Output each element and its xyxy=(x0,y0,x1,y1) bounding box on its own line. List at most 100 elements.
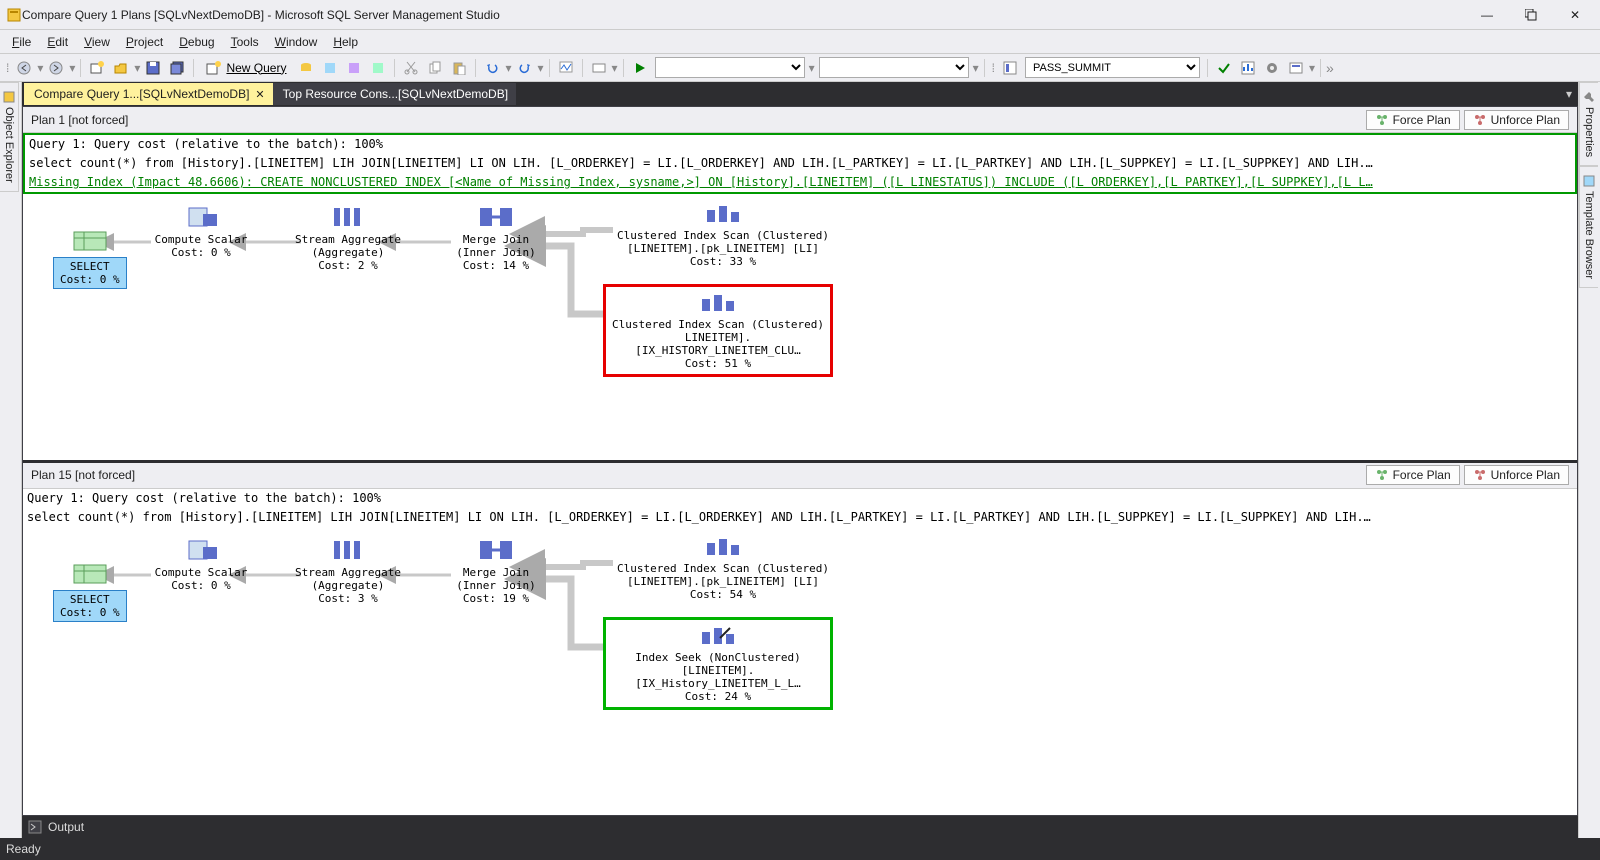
right-sidebar: Properties Template Browser xyxy=(1578,82,1600,838)
tb-copy-button[interactable] xyxy=(424,57,446,79)
stream-aggregate-icon xyxy=(330,206,366,228)
template-browser-icon xyxy=(1583,175,1595,187)
tb-forward-button[interactable] xyxy=(45,57,67,79)
close-icon[interactable]: ✕ xyxy=(255,88,264,101)
plan2-diagram[interactable]: SELECTCost: 0 % Compute ScalarCost: 0 % … xyxy=(23,527,1577,816)
tb-find-button[interactable] xyxy=(588,57,610,79)
unforce-plan-icon xyxy=(1473,468,1487,482)
plan1-query-sql: select count(*) from [History].[LINEITEM… xyxy=(25,154,1575,173)
tb-redo-button[interactable] xyxy=(514,57,536,79)
plan2-select-node[interactable]: SELECTCost: 0 % xyxy=(53,563,127,622)
tb-paste-button[interactable] xyxy=(448,57,470,79)
object-explorer-tab[interactable]: Object Explorer xyxy=(0,82,19,192)
index-seek-icon xyxy=(700,624,736,646)
minimize-button[interactable]: — xyxy=(1474,5,1500,25)
force-plan-button[interactable]: Force Plan xyxy=(1366,110,1460,130)
merge-join-icon xyxy=(478,539,514,561)
tb-new-project-button[interactable] xyxy=(86,57,108,79)
tb-saveall-button[interactable] xyxy=(166,57,188,79)
force-plan-icon xyxy=(1375,113,1389,127)
stream-aggregate-icon xyxy=(330,539,366,561)
new-query-button[interactable]: New Query xyxy=(199,57,293,79)
tb-db-engine-button[interactable] xyxy=(295,57,317,79)
new-query-icon xyxy=(206,60,222,76)
properties-tab[interactable]: Properties xyxy=(1579,82,1598,166)
plan2-compute-node[interactable]: Compute ScalarCost: 0 % xyxy=(151,539,251,592)
tb-start-button[interactable] xyxy=(629,57,651,79)
toolbar: ⁞ ▾ ▾ ▾ New Query ▾ ▾ ▾ ▾ ▾ ⁞ PASS_SUMMI… xyxy=(0,54,1600,82)
properties-icon xyxy=(1583,91,1595,103)
tb-as-button[interactable] xyxy=(319,57,341,79)
document-tabs: Compare Query 1...[SQLvNextDemoDB]✕ Top … xyxy=(22,82,1578,106)
plan2-header: Plan 15 [not forced] Force Plan Unforce … xyxy=(23,463,1577,489)
compute-scalar-icon xyxy=(183,539,219,561)
clustered-index-scan-icon xyxy=(700,291,736,313)
tb-undo-button[interactable] xyxy=(481,57,503,79)
menu-bar: File Edit View Project Debug Tools Windo… xyxy=(0,30,1600,54)
close-button[interactable]: ✕ xyxy=(1562,5,1588,25)
menu-view[interactable]: View xyxy=(76,33,118,51)
select-icon xyxy=(72,563,108,585)
plan1-header: Plan 1 [not forced] Force Plan Unforce P… xyxy=(23,107,1577,133)
tb-config2-dropdown[interactable] xyxy=(819,57,969,78)
plan1-diagram[interactable]: SELECTCost: 0 % Compute ScalarCost: 0 % … xyxy=(23,194,1577,460)
unforce-plan-button[interactable]: Unforce Plan xyxy=(1464,110,1569,130)
unforce-plan-icon xyxy=(1473,113,1487,127)
plan1-query-cost: Query 1: Query cost (relative to the bat… xyxy=(25,135,1575,154)
plan1-merge-node[interactable]: Merge Join(Inner Join)Cost: 14 % xyxy=(451,206,541,272)
clustered-index-scan-icon xyxy=(705,535,741,557)
plan1-missing-index[interactable]: Missing Index (Impact 48.6606): CREATE N… xyxy=(25,173,1575,192)
object-explorer-icon xyxy=(3,91,15,103)
compute-scalar-icon xyxy=(183,206,219,228)
left-sidebar: Object Explorer xyxy=(0,82,22,838)
plan2-merge-node[interactable]: Merge Join(Inner Join)Cost: 19 % xyxy=(451,539,541,605)
output-tab[interactable]: Output xyxy=(22,816,1578,838)
plan1-compute-node[interactable]: Compute ScalarCost: 0 % xyxy=(151,206,251,259)
tb-open-button[interactable] xyxy=(110,57,132,79)
tab-top-resource[interactable]: Top Resource Cons...[SQLvNextDemoDB] xyxy=(273,83,516,105)
tb-cut-button[interactable] xyxy=(400,57,422,79)
menu-file[interactable]: File xyxy=(4,33,39,51)
tb-back-button[interactable] xyxy=(13,57,35,79)
tb-options-button[interactable] xyxy=(1261,57,1283,79)
window-title: Compare Query 1 Plans [SQLvNextDemoDB] -… xyxy=(22,8,1474,22)
plan2-seek-node[interactable]: Index Seek (NonClustered)[LINEITEM].[IX_… xyxy=(603,617,833,710)
plan2-scan1-node[interactable]: Clustered Index Scan (Clustered)[LINEITE… xyxy=(613,535,833,601)
output-icon xyxy=(28,820,42,834)
tb-estplan-button[interactable] xyxy=(1237,57,1259,79)
plan1-select-node[interactable]: SELECTCost: 0 % xyxy=(53,230,127,289)
merge-join-icon xyxy=(478,206,514,228)
title-bar: Compare Query 1 Plans [SQLvNextDemoDB] -… xyxy=(0,0,1600,30)
tb-include-button[interactable] xyxy=(1285,57,1307,79)
tab-compare-query[interactable]: Compare Query 1...[SQLvNextDemoDB]✕ xyxy=(24,83,273,105)
tb-xmla-button[interactable] xyxy=(367,57,389,79)
plan2-query-sql: select count(*) from [History].[LINEITEM… xyxy=(23,508,1577,527)
menu-project[interactable]: Project xyxy=(118,33,171,51)
plan1-scan2-node[interactable]: Clustered Index Scan (Clustered)LINEITEM… xyxy=(603,284,833,377)
force-plan-button-2[interactable]: Force Plan xyxy=(1366,465,1460,485)
menu-tools[interactable]: Tools xyxy=(223,33,267,51)
menu-debug[interactable]: Debug xyxy=(171,33,222,51)
app-icon xyxy=(6,7,22,23)
tb-config-dropdown[interactable] xyxy=(655,57,805,78)
tb-parse-button[interactable] xyxy=(1213,57,1235,79)
tb-editor-btn[interactable] xyxy=(999,57,1021,79)
clustered-index-scan-icon xyxy=(705,202,741,224)
plan1-aggregate-node[interactable]: Stream Aggregate(Aggregate)Cost: 2 % xyxy=(293,206,403,272)
plan2-query-cost: Query 1: Query cost (relative to the bat… xyxy=(23,489,1577,508)
force-plan-icon xyxy=(1375,468,1389,482)
menu-edit[interactable]: Edit xyxy=(39,33,76,51)
tb-save-button[interactable] xyxy=(142,57,164,79)
tb-actmon-button[interactable] xyxy=(555,57,577,79)
tb-dmx-button[interactable] xyxy=(343,57,365,79)
unforce-plan-button-2[interactable]: Unforce Plan xyxy=(1464,465,1569,485)
template-browser-tab[interactable]: Template Browser xyxy=(1579,166,1598,288)
status-bar: Ready xyxy=(0,838,1600,860)
menu-window[interactable]: Window xyxy=(267,33,326,51)
plan2-aggregate-node[interactable]: Stream Aggregate(Aggregate)Cost: 3 % xyxy=(293,539,403,605)
menu-help[interactable]: Help xyxy=(325,33,366,51)
tab-dropdown-button[interactable]: ▾ xyxy=(1560,87,1578,101)
database-selector[interactable]: PASS_SUMMIT xyxy=(1025,57,1200,78)
maximize-button[interactable] xyxy=(1518,5,1544,25)
plan1-scan1-node[interactable]: Clustered Index Scan (Clustered)[LINEITE… xyxy=(613,202,833,268)
